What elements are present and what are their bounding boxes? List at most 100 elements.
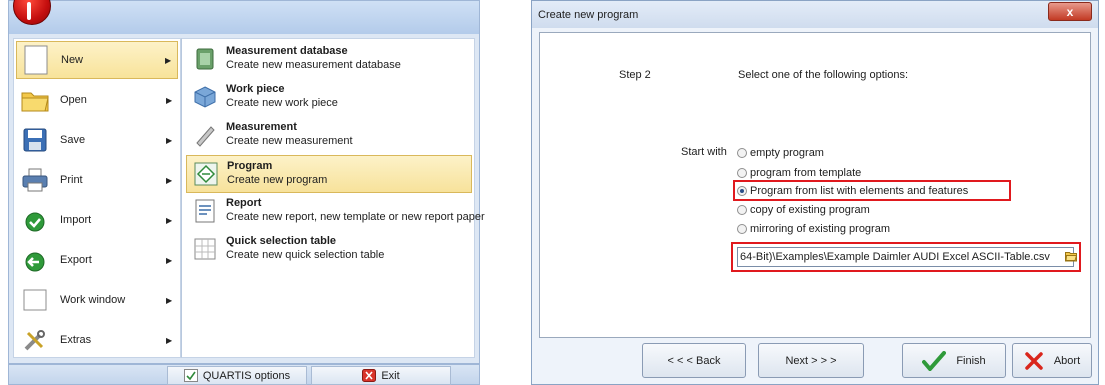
submenu-arrow-icon: ▶ [166, 175, 173, 185]
options-checkbox-icon [183, 369, 198, 382]
finish-label: Finish [956, 354, 986, 367]
app-menu-button[interactable] [13, 0, 51, 25]
create-program-dialog: Create new program x Step 2 Select one o… [531, 0, 1099, 385]
window-icon [18, 284, 52, 316]
submenu-item-title: Measurement [226, 121, 297, 133]
submenu-item-work-piece[interactable]: Work piece Create new work piece [186, 79, 472, 117]
submenu-item-title: Program [227, 160, 273, 172]
abort-button[interactable]: Abort [1012, 343, 1092, 378]
browse-folder-icon[interactable] [1065, 250, 1077, 262]
exit-label: Exit [381, 369, 400, 382]
option-copy-existing[interactable]: copy of existing program [737, 202, 870, 218]
option-program-from-list[interactable]: Program from list with elements and feat… [737, 183, 968, 199]
menu-titlebar [8, 0, 480, 34]
submenu-item-description: Create new program [227, 174, 328, 186]
submenu-arrow-icon: ▶ [165, 55, 172, 65]
printer-icon [18, 164, 52, 196]
caliper-icon [192, 121, 218, 149]
submenu-arrow-icon: ▶ [166, 295, 173, 305]
menu-item-save[interactable]: Save ▶ [16, 121, 178, 159]
next-button[interactable]: Next > > > [758, 343, 864, 378]
menu-item-label: Import [60, 214, 92, 226]
submenu-item-quick-selection-table[interactable]: Quick selection table Create new quick s… [186, 231, 472, 269]
menu-item-label: Print [60, 174, 83, 186]
folder-icon [18, 84, 52, 116]
menu-item-label: Export [60, 254, 92, 266]
blank-document-icon [19, 44, 53, 76]
menu-item-open[interactable]: Open ▶ [16, 81, 178, 119]
start-with-label: Start with [681, 146, 727, 158]
menu-item-import[interactable]: Import ▶ [16, 201, 178, 239]
menu-body: New ▶ Open ▶ Save ▶ Print ▶ Import ▶ Exp… [8, 34, 485, 364]
submenu-item-title: Work piece [226, 83, 285, 95]
close-button[interactable]: x [1048, 2, 1092, 21]
submenu-arrow-icon: ▶ [166, 335, 173, 345]
menu-item-label: Save [60, 134, 86, 146]
quartis-options-button[interactable]: QUARTIS options [167, 366, 307, 385]
option-program-from-template[interactable]: program from template [737, 165, 861, 181]
back-label: < < < Back [667, 354, 721, 367]
dialog-title: Create new program [538, 9, 639, 21]
menu-item-work-window[interactable]: Work window ▶ [16, 281, 178, 319]
exit-button[interactable]: Exit [311, 366, 451, 385]
submenu-item-title: Measurement database [226, 45, 348, 57]
menu-command-list: New ▶ Open ▶ Save ▶ Print ▶ Import ▶ Exp… [13, 38, 181, 358]
option-label: program from template [750, 167, 862, 179]
radio-button[interactable] [737, 168, 747, 178]
menu-item-print[interactable]: Print ▶ [16, 161, 178, 199]
option-mirroring-existing[interactable]: mirroring of existing program [737, 221, 890, 237]
submenu-item-measurement[interactable]: Measurement Create new measurement [186, 117, 472, 155]
submenu-arrow-icon: ▶ [166, 255, 173, 265]
menu-item-label: Work window [60, 294, 126, 306]
submenu-item-description: Create new measurement database [226, 59, 401, 71]
finish-button[interactable]: Finish [902, 343, 1006, 378]
radio-button[interactable] [737, 205, 747, 215]
submenu-item-measurement-database[interactable]: Measurement database Create new measurem… [186, 41, 472, 79]
menu-footer: QUARTIS options Exit [8, 364, 480, 385]
instruction-text: Select one of the following options: [738, 69, 909, 81]
cube-icon [192, 83, 218, 111]
file-path-input[interactable]: 64-Bit)\Examples\Example Daimler AUDI Ex… [737, 247, 1074, 267]
submenu-panel: Measurement database Create new measurem… [181, 38, 485, 358]
file-path-value: 64-Bit)\Examples\Example Daimler AUDI Ex… [740, 251, 1050, 263]
option-label: Program from list with elements and feat… [750, 185, 969, 197]
submenu-item-description: Create new measurement [226, 135, 353, 147]
step-label: Step 2 [619, 69, 651, 81]
menu-item-extras[interactable]: Extras ▶ [16, 321, 178, 359]
back-button[interactable]: < < < Back [642, 343, 746, 378]
abort-x-icon [1025, 351, 1043, 370]
submenu-item-description: Create new quick selection table [226, 249, 385, 261]
program-icon [193, 160, 219, 188]
exit-icon [362, 369, 377, 382]
menu-item-export[interactable]: Export ▶ [16, 241, 178, 279]
dialog-titlebar: Create new program x [532, 1, 1098, 28]
export-arrow-icon [18, 244, 52, 276]
submenu-item-title: Quick selection table [226, 235, 337, 247]
close-icon: x [1066, 4, 1074, 19]
option-empty-program[interactable]: empty program [737, 145, 824, 161]
menu-item-label: Extras [60, 334, 92, 346]
radio-button[interactable] [737, 148, 747, 158]
floppy-disk-icon [18, 124, 52, 156]
tools-icon [18, 324, 52, 356]
submenu-item-description: Create new work piece [226, 97, 338, 109]
option-label: empty program [750, 147, 824, 159]
submenu-arrow-icon: ▶ [166, 135, 173, 145]
menu-item-new[interactable]: New ▶ [16, 41, 178, 79]
radio-button[interactable] [737, 186, 747, 196]
report-icon [192, 197, 218, 225]
menu-item-label: Open [60, 94, 87, 106]
import-arrow-icon [18, 204, 52, 236]
quartis-options-label: QUARTIS options [202, 369, 291, 382]
option-label: copy of existing program [750, 204, 870, 216]
submenu-item-report[interactable]: Report Create new report, new template o… [186, 193, 485, 231]
submenu-arrow-icon: ▶ [166, 95, 173, 105]
app-logo-icon [27, 2, 31, 20]
checkmark-icon [922, 350, 947, 371]
menu-item-label: New [61, 54, 84, 66]
submenu-item-title: Report [226, 197, 262, 209]
table-icon [192, 235, 218, 263]
application-menu: New ▶ Open ▶ Save ▶ Print ▶ Import ▶ Exp… [8, 0, 485, 385]
submenu-item-program[interactable]: Program Create new program [186, 155, 472, 193]
radio-button[interactable] [737, 224, 747, 234]
